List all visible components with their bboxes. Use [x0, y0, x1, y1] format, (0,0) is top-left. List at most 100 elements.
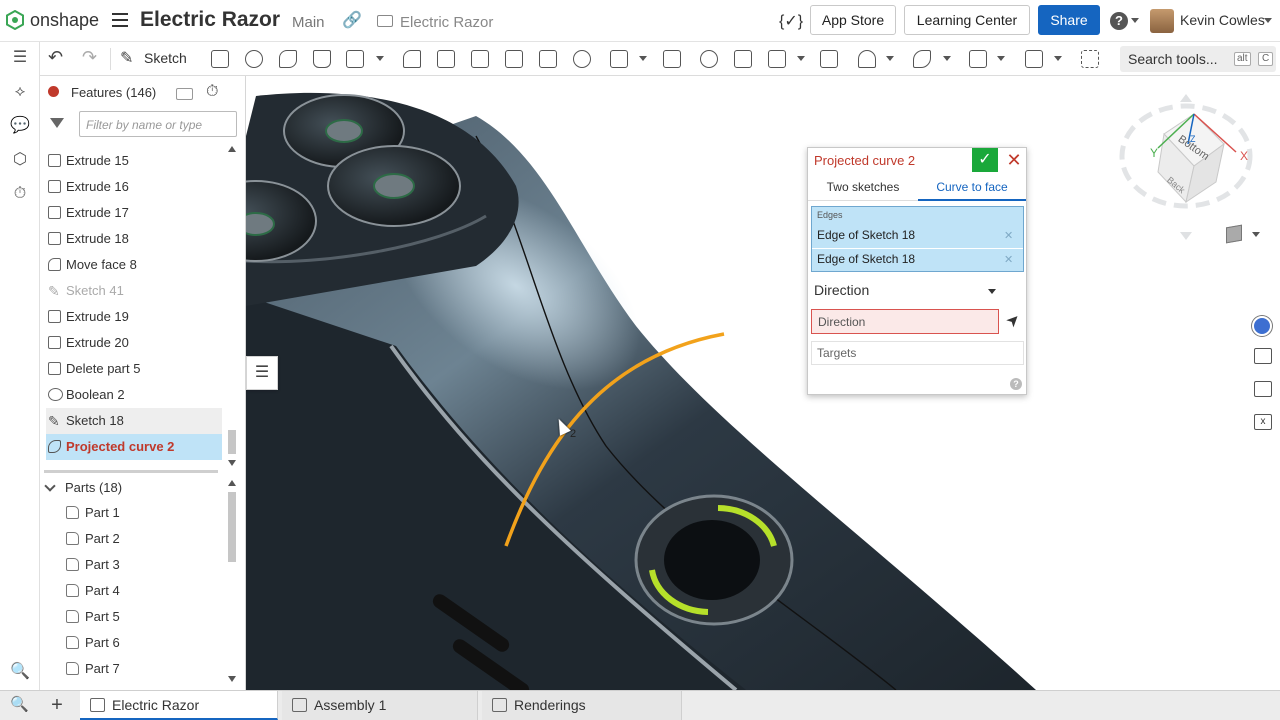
surface-icon[interactable] [969, 50, 987, 68]
share-button[interactable]: Share [1038, 5, 1100, 35]
variables-icon[interactable]: {✓} [779, 11, 803, 31]
link-icon[interactable]: 🔗 [342, 10, 362, 30]
learning-center-button[interactable]: Learning Center [904, 5, 1030, 35]
feature-item[interactable]: Extrude 18 [46, 226, 222, 252]
scroll-down-arrow-icon[interactable] [228, 676, 236, 682]
part-item[interactable]: Part 1 [64, 500, 222, 526]
user-avatar[interactable] [1150, 9, 1174, 33]
tab-assembly[interactable]: Assembly 1 [282, 691, 478, 720]
configuration-panel-icon[interactable] [1254, 348, 1272, 364]
targets-input[interactable]: Targets [811, 341, 1024, 365]
search-tools[interactable]: Search tools... alt C [1120, 46, 1276, 72]
pattern-dropdown-icon[interactable] [639, 56, 647, 61]
view-cube[interactable]: Bottom Back X Y Z [1116, 94, 1256, 244]
revolve-icon[interactable] [245, 50, 263, 68]
feature-item[interactable]: ✎ Sketch 18 [46, 408, 222, 434]
feature-item-active[interactable]: Projected curve 2 [46, 434, 222, 460]
redo-icon[interactable]: ↷ [82, 47, 97, 68]
draft-icon[interactable] [471, 50, 489, 68]
variables-panel-icon[interactable]: x [1254, 414, 1272, 430]
split-icon[interactable] [734, 50, 752, 68]
transform-icon[interactable] [768, 50, 786, 68]
part-item[interactable]: Part 3 [64, 552, 222, 578]
part-item[interactable]: Part 2 [64, 526, 222, 552]
mirror-icon[interactable] [663, 50, 681, 68]
sketch-pencil-icon[interactable]: ✎ [120, 48, 133, 68]
hole-icon[interactable] [573, 50, 591, 68]
edges-selection-box[interactable]: Edges Edge of Sketch 18 ✕ Edge of Sketch… [811, 206, 1024, 272]
sketch-button[interactable]: Sketch [144, 50, 187, 66]
search-zoom-icon[interactable]: 🔍 [10, 662, 30, 682]
appearance-panel-icon[interactable] [1252, 316, 1272, 336]
direction-input[interactable]: Direction [811, 309, 999, 334]
scroll-thumb[interactable] [228, 492, 236, 562]
feature-item[interactable]: Extrude 16 [46, 174, 222, 200]
tab-part-studio[interactable]: Electric Razor [80, 691, 278, 720]
feature-list-toggle-button[interactable]: ☰ [246, 356, 278, 390]
hamburger-menu-icon[interactable] [112, 13, 128, 27]
remove-edge-1-icon[interactable]: ✕ [1004, 229, 1013, 242]
rollback-error-icon[interactable] [48, 86, 59, 97]
parts-title[interactable]: Parts (18) [65, 480, 122, 495]
filter-input[interactable]: Filter by name or type [79, 111, 237, 137]
appearances-icon[interactable]: ⬡ [10, 150, 30, 170]
help-icon[interactable]: ? [1110, 12, 1128, 30]
document-title[interactable]: Electric Razor [140, 8, 280, 32]
loft-icon[interactable] [313, 50, 331, 68]
feature-item[interactable]: Boolean 2 [46, 382, 222, 408]
curve-dropdown-icon[interactable] [943, 56, 951, 61]
graphics-viewport[interactable]: 2 ☰ Bottom Back X Y Z x [246, 76, 1280, 690]
direction-dropdown-icon[interactable] [988, 289, 996, 294]
sheet-metal-dropdown-icon[interactable] [1054, 56, 1062, 61]
part-item[interactable]: Part 5 [64, 604, 222, 630]
delete-part-icon[interactable] [820, 50, 838, 68]
comments-icon[interactable]: 💬 [10, 116, 30, 136]
sweep-icon[interactable] [279, 50, 297, 68]
parts-list-scrollbar[interactable] [226, 476, 238, 688]
scroll-down-arrow-icon[interactable] [228, 460, 236, 466]
edge-selection-1[interactable]: Edge of Sketch 18 [817, 228, 915, 242]
cancel-button[interactable]: ✕ [1004, 149, 1024, 171]
view-options-dropdown-icon[interactable] [1252, 232, 1260, 237]
scroll-thumb[interactable] [228, 430, 236, 454]
feature-list-scrollbar[interactable] [226, 142, 238, 468]
parts-chevron-icon[interactable] [44, 480, 56, 492]
instances-icon[interactable]: ⟡ [10, 82, 30, 102]
feature-item[interactable]: Extrude 20 [46, 330, 222, 356]
feature-item[interactable]: Extrude 15 [46, 148, 222, 174]
sheet-metal-icon[interactable] [1025, 50, 1043, 68]
curve-icon[interactable] [913, 50, 931, 68]
feature-item[interactable]: Move face 8 [46, 252, 222, 278]
flip-direction-icon[interactable]: ➤ [1000, 307, 1028, 335]
folder-name[interactable]: Electric Razor [400, 14, 493, 31]
history-icon[interactable]: ⏱ [10, 184, 30, 204]
feature-item[interactable]: Delete part 5 [46, 356, 222, 382]
feature-item[interactable]: Extrude 17 [46, 200, 222, 226]
plane-icon[interactable] [858, 50, 876, 68]
app-store-button[interactable]: App Store [810, 5, 896, 35]
add-tab-button[interactable]: + [44, 692, 70, 719]
add-folder-icon[interactable] [176, 88, 193, 100]
chamfer-icon[interactable] [437, 50, 455, 68]
undo-icon[interactable]: ↶ [48, 47, 63, 68]
onshape-logo-text[interactable]: onshape [30, 10, 99, 31]
fillet-icon[interactable] [403, 50, 421, 68]
user-name[interactable]: Kevin Cowles [1180, 12, 1265, 28]
scroll-up-arrow-icon[interactable] [228, 146, 236, 152]
transform-dropdown-icon[interactable] [797, 56, 805, 61]
zoom-search-icon[interactable]: 🔍 [10, 695, 29, 713]
part-item[interactable]: Part 6 [64, 630, 222, 656]
panel-divider[interactable] [44, 470, 218, 473]
help-dropdown-icon[interactable] [1131, 18, 1139, 23]
remove-edge-2-icon[interactable]: ✕ [1004, 253, 1013, 266]
thicken-dropdown-icon[interactable] [376, 56, 384, 61]
shell-icon[interactable] [539, 50, 557, 68]
tab-renderings[interactable]: Renderings [482, 691, 682, 720]
boolean-icon[interactable] [700, 50, 718, 68]
pattern-icon[interactable] [610, 50, 628, 68]
feature-item[interactable]: Extrude 19 [46, 304, 222, 330]
stopwatch-icon[interactable]: ⏱ [206, 83, 218, 101]
direction-dropdown[interactable]: Direction [814, 282, 869, 298]
edge-selection-2[interactable]: Edge of Sketch 18 [817, 252, 915, 266]
plane-dropdown-icon[interactable] [886, 56, 894, 61]
